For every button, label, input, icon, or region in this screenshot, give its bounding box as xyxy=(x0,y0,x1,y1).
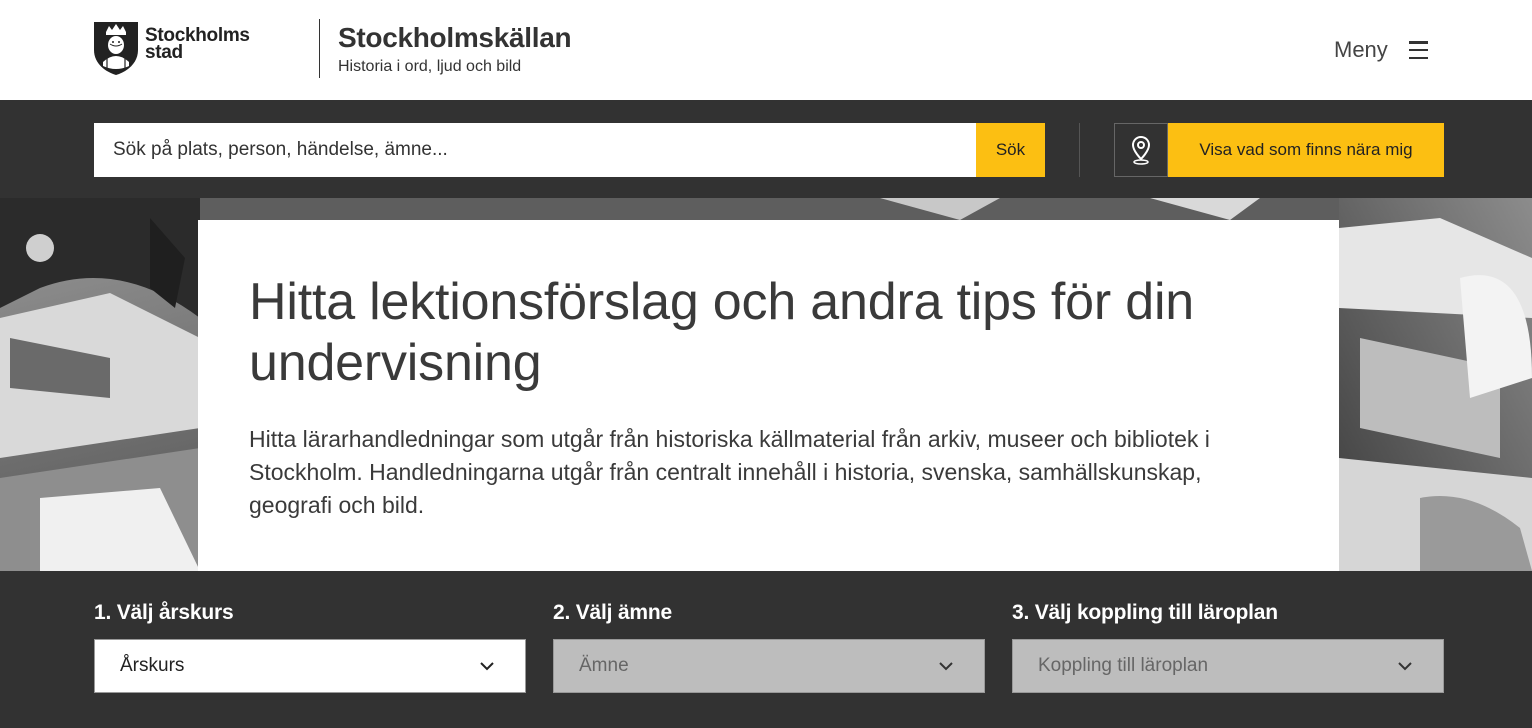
chevron-down-icon xyxy=(1398,662,1412,671)
hamburger-icon xyxy=(1408,41,1428,59)
search-button[interactable]: Sök xyxy=(976,123,1045,177)
site-header: Stockholms stad Stockholmskällan Histori… xyxy=(0,0,1532,100)
hero-section: Hitta lektionsförslag och andra tips för… xyxy=(0,198,1532,571)
chevron-down-icon xyxy=(480,662,494,671)
logo-wordmark: Stockholms stad xyxy=(145,26,250,63)
grade-select-value: Årskurs xyxy=(120,655,185,676)
curriculum-select-value: Koppling till läroplan xyxy=(1038,655,1209,676)
chevron-down-icon xyxy=(939,662,953,671)
filter-section: 1. Välj årskurs Årskurs 2. Välj ämne Ämn… xyxy=(0,571,1532,728)
filter-curriculum-label: 3. Välj koppling till läroplan xyxy=(1012,601,1278,624)
location-icon-box[interactable] xyxy=(1114,123,1168,177)
grade-select[interactable]: Årskurs xyxy=(94,639,526,693)
site-tagline: Historia i ord, ljud och bild xyxy=(338,58,522,75)
stockholm-crest-icon xyxy=(94,22,138,75)
subject-select-value: Ämne xyxy=(579,655,629,676)
header-divider xyxy=(319,19,320,78)
hero-title: Hitta lektionsförslag och andra tips för… xyxy=(249,273,1195,392)
search-separator xyxy=(1079,123,1080,177)
filter-grade-label: 1. Välj årskurs xyxy=(94,601,234,624)
logo-line2: stad xyxy=(145,42,183,63)
menu-button[interactable]: Meny xyxy=(1334,34,1428,66)
subject-select[interactable]: Ämne xyxy=(553,639,985,693)
hero-description: Hitta lärarhandledningar som utgår från … xyxy=(249,426,1210,518)
show-near-me-button[interactable]: Visa vad som finns nära mig xyxy=(1168,123,1444,177)
menu-label: Meny xyxy=(1334,37,1388,62)
site-title[interactable]: Stockholmskällan xyxy=(338,22,572,54)
hero-card: Hitta lektionsförslag och andra tips för… xyxy=(198,220,1339,571)
curriculum-select[interactable]: Koppling till läroplan xyxy=(1012,639,1444,693)
stockholms-stad-logo[interactable]: Stockholms stad xyxy=(93,20,268,78)
filter-subject-label: 2. Välj ämne xyxy=(553,601,672,624)
search-input[interactable] xyxy=(94,123,976,177)
map-pin-icon xyxy=(1131,135,1151,165)
search-bar: Sök Visa vad som finns nära mig xyxy=(0,100,1532,198)
